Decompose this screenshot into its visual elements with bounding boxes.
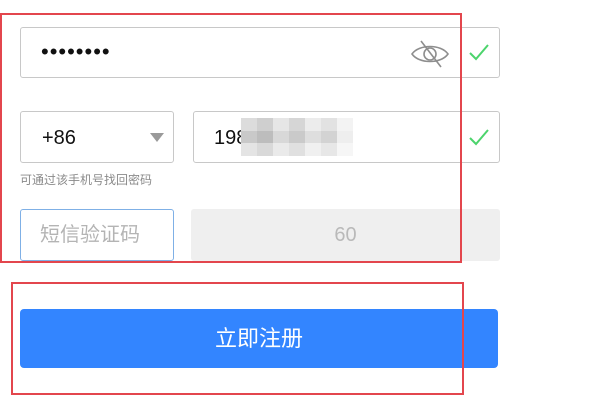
password-field[interactable]: •••••••• [20,27,500,78]
eye-slash-icon[interactable] [410,39,450,69]
caret-down-icon [150,133,164,142]
phone-mosaic-redaction [241,118,353,156]
country-code-value: +86 [42,127,76,149]
register-button[interactable]: 立即注册 [20,309,498,368]
country-code-select[interactable]: +86 [20,111,174,163]
registration-form: •••••••• +86 198 可通过该手机号找回密码 60 立即注册 [0,0,603,402]
password-value: •••••••• [41,39,111,64]
phone-number-field[interactable]: 198 [193,111,500,163]
password-valid-check-icon [469,44,489,61]
phone-hint-text: 可通过该手机号找回密码 [20,173,153,187]
sms-code-input[interactable] [20,209,174,261]
sms-countdown-button[interactable]: 60 [191,209,500,261]
phone-valid-check-icon [469,129,489,146]
